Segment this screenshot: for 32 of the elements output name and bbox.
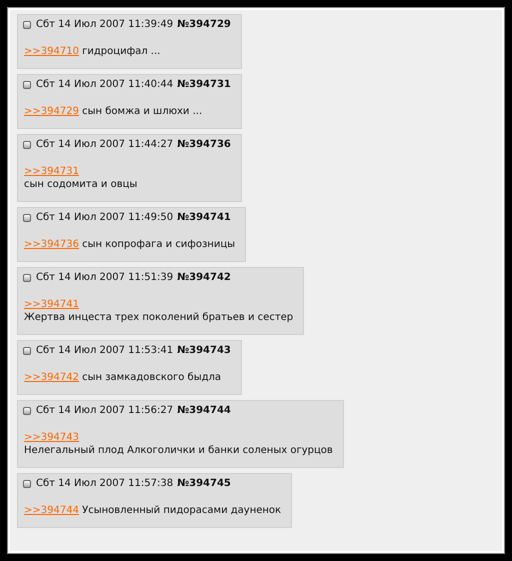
post-text: Нелегальный плод Алкоголички и банки соленых огурцов — [24, 444, 333, 457]
post-date: Сбт 14 Июл 2007 11:39:49 — [36, 18, 174, 31]
post-date: Сбт 14 Июл 2007 11:40:44 — [36, 78, 174, 91]
post-text: сын копрофага и сифозницы — [82, 239, 236, 250]
post-text: сын замкадовского быдла — [82, 372, 222, 383]
post-date: Сбт 14 Июл 2007 11:51:39 — [36, 271, 174, 284]
post-date: Сбт 14 Июл 2007 11:44:27 — [36, 138, 174, 151]
post-number[interactable]: №394743 — [177, 344, 231, 357]
checkbox[interactable] — [23, 214, 31, 222]
post-number[interactable]: №394741 — [177, 211, 231, 224]
post-number[interactable]: №394742 — [177, 271, 231, 284]
checkbox[interactable] — [23, 480, 31, 488]
post-text: Жертва инцеста трех поколений братьев и сестер — [24, 311, 294, 324]
post-text: сын бомжа и шлюхи ... — [82, 106, 202, 117]
post-date: Сбт 14 Июл 2007 11:56:27 — [36, 404, 174, 417]
post-text: Усыновленный пидорасами дауненок — [82, 505, 282, 516]
post-date: Сбт 14 Июл 2007 11:49:50 — [36, 211, 174, 224]
post-number[interactable]: №394736 — [177, 138, 231, 151]
checkbox[interactable] — [23, 140, 31, 148]
post-number[interactable]: №394745 — [177, 477, 231, 490]
post-date: Сбт 14 Июл 2007 11:53:41 — [36, 344, 174, 357]
checkbox[interactable] — [23, 80, 31, 88]
post-text: сын содомита и овцы — [24, 178, 138, 191]
checkbox[interactable] — [23, 346, 31, 354]
post-number[interactable]: №394744 — [177, 404, 231, 417]
checkbox[interactable] — [23, 274, 31, 282]
checkbox[interactable] — [23, 20, 31, 28]
post-date: Сбт 14 Июл 2007 11:57:38 — [36, 477, 174, 490]
post-number[interactable]: №394731 — [177, 78, 231, 91]
post-text: гидроцифал ... — [82, 46, 160, 57]
post-number[interactable]: №394729 — [177, 18, 231, 31]
checkbox[interactable] — [23, 406, 31, 414]
